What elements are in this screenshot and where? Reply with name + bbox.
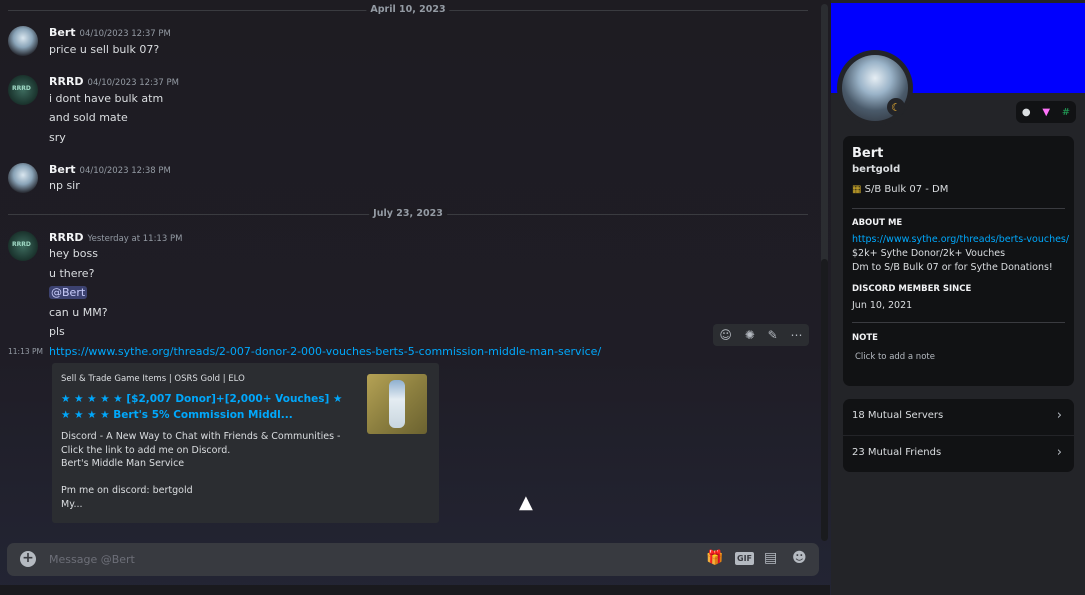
profile-avatar[interactable]: [837, 50, 913, 126]
message-text: can u MM?: [49, 306, 108, 319]
nitro-badge-icon[interactable]: ▼: [1042, 107, 1050, 118]
message-timestamp: 11:13 PM: [8, 347, 43, 356]
date-divider-label: April 10, 2023: [366, 4, 450, 15]
super-reaction-icon[interactable]: ✺: [745, 328, 755, 342]
gold-icon: ▦: [852, 184, 862, 195]
message-text: u there?: [49, 267, 95, 280]
member-since-date: Jun 10, 2021: [852, 300, 913, 311]
message-text: np sir: [49, 179, 80, 192]
user-profile-panel: ☾ ● ▼ # Bert bertgold ▦ S/B Bulk 07 - DM…: [831, 0, 1085, 595]
divider: [852, 208, 1065, 209]
embed-provider[interactable]: Sell & Trade Game Items | OSRS Gold | EL…: [61, 374, 245, 384]
embed-description: Discord - A New Way to Chat with Friends…: [61, 431, 341, 510]
message-composer: + 🎁 GIF ▤ ☻: [7, 543, 819, 576]
edit-icon[interactable]: ✎: [768, 328, 778, 342]
chevron-right-icon: ›: [1056, 408, 1062, 423]
mouse-cursor-icon: ▲: [519, 492, 533, 513]
emoji-icon[interactable]: ☻: [792, 550, 807, 566]
author-name[interactable]: Bert: [49, 163, 76, 176]
chevron-right-icon: ›: [1056, 445, 1062, 460]
gif-button[interactable]: GIF: [735, 552, 755, 565]
divider: [852, 322, 1065, 323]
message-text: @Bert: [49, 286, 88, 299]
avatar[interactable]: [8, 163, 38, 193]
author-name[interactable]: Bert: [49, 26, 76, 39]
message-text: sry: [49, 131, 66, 144]
scrollbar-thumb[interactable]: [821, 259, 828, 541]
mutual-servers-label: 18 Mutual Servers: [852, 410, 944, 421]
about-me-header: ABOUT ME: [852, 218, 903, 228]
username: bertgold: [852, 164, 901, 175]
message-text: hey boss: [49, 247, 98, 260]
note-header: NOTE: [852, 333, 878, 343]
mutual-friends-label: 23 Mutual Friends: [852, 447, 942, 458]
gift-icon[interactable]: 🎁: [706, 550, 723, 566]
avatar[interactable]: [8, 26, 38, 56]
avatar[interactable]: [8, 75, 38, 105]
link-embed: Sell & Trade Game Items | OSRS Gold | EL…: [52, 363, 439, 523]
about-me-text: https://www.sythe.org/threads/berts-vouc…: [852, 234, 1070, 273]
embed-title[interactable]: ★ ★ ★ ★ ★ [$2,007 Donor]+[2,000+ Vouches…: [61, 391, 351, 423]
message-header: RRRD Yesterday at 11:13 PM: [49, 231, 182, 244]
note-input[interactable]: Click to add a note: [855, 352, 935, 362]
chat-panel: April 10, 2023 Bert 04/10/2023 12:37 PM p…: [0, 0, 830, 595]
author-name[interactable]: RRRD: [49, 75, 84, 88]
display-name: Bert: [852, 146, 884, 161]
message-text: i dont have bulk atm: [49, 92, 164, 105]
sticker-icon[interactable]: ▤: [764, 550, 777, 566]
message-header: Bert 04/10/2023 12:37 PM: [49, 26, 171, 39]
chat-scrollbar[interactable]: [821, 4, 828, 541]
date-divider: July 23, 2023: [8, 208, 808, 219]
message-text: and sold mate: [49, 111, 128, 124]
date-divider: April 10, 2023: [8, 4, 808, 15]
about-me-link[interactable]: https://www.sythe.org/threads/berts-vouc…: [852, 234, 1069, 245]
message-text: pls: [49, 325, 65, 338]
user-mention[interactable]: @Bert: [49, 286, 88, 299]
message-toolbar: ☺ ✺ ✎ ⋯: [713, 324, 809, 346]
add-attachment-icon[interactable]: +: [20, 551, 36, 567]
member-since-header: DISCORD MEMBER SINCE: [852, 284, 972, 294]
embed-thumbnail[interactable]: [367, 374, 427, 434]
message-input[interactable]: [49, 549, 649, 569]
author-name[interactable]: RRRD: [49, 231, 84, 244]
mutual-friends-button[interactable]: 23 Mutual Friends ›: [843, 436, 1074, 472]
message-link[interactable]: https://www.sythe.org/threads/2-007-dono…: [49, 345, 601, 358]
message-header: RRRD 04/10/2023 12:37 PM: [49, 75, 179, 88]
date-divider-label: July 23, 2023: [369, 208, 447, 219]
mutual-servers-button[interactable]: 18 Mutual Servers ›: [843, 399, 1074, 435]
more-icon[interactable]: ⋯: [791, 328, 803, 342]
message-timestamp: 04/10/2023 12:38 PM: [79, 166, 171, 176]
profile-badges: ● ▼ #: [1016, 101, 1076, 123]
profile-card: Bert bertgold ▦ S/B Bulk 07 - DM ABOUT M…: [843, 136, 1074, 386]
message-text: price u sell bulk 07?: [49, 43, 160, 56]
idle-status-icon: ☾: [887, 98, 905, 116]
avatar[interactable]: [8, 231, 38, 261]
message-timestamp: Yesterday at 11:13 PM: [87, 234, 183, 244]
message-header: Bert 04/10/2023 12:38 PM: [49, 163, 171, 176]
add-reaction-icon[interactable]: ☺: [719, 328, 732, 342]
bottom-strip: [0, 585, 830, 595]
message-timestamp: 04/10/2023 12:37 PM: [87, 78, 179, 88]
custom-status: ▦ S/B Bulk 07 - DM: [852, 184, 949, 195]
badge-icon[interactable]: ●: [1022, 107, 1031, 118]
hashtag-badge-icon[interactable]: #: [1062, 107, 1070, 118]
message-timestamp: 04/10/2023 12:37 PM: [79, 29, 171, 39]
